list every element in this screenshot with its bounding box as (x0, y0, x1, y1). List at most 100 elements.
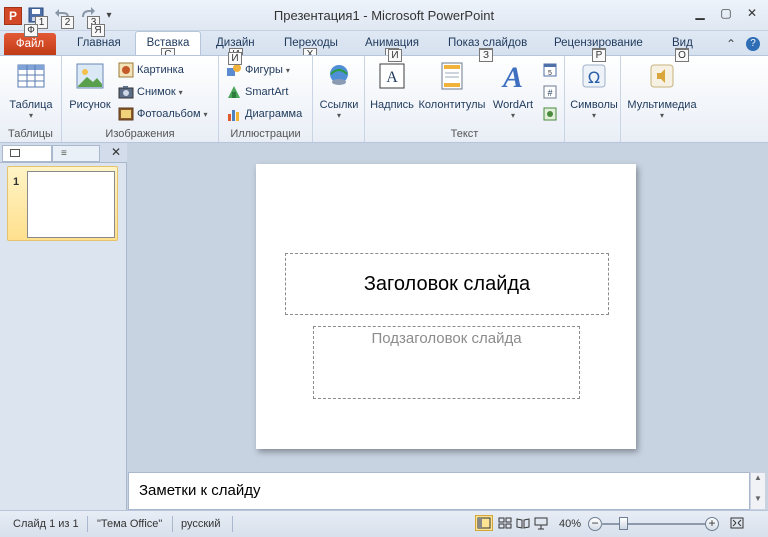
status-divider (87, 516, 88, 532)
outline-tab-icon: ≡ (61, 148, 67, 159)
group-links: Ссылки ▾ (313, 56, 365, 142)
help-icon[interactable]: ? (746, 37, 760, 51)
date-time-button[interactable]: 5 (542, 61, 558, 79)
close-icon[interactable]: ✕ (740, 4, 764, 24)
links-dropdown-icon: ▾ (336, 111, 341, 120)
title-placeholder[interactable]: Заголовок слайда (285, 253, 609, 315)
window-title: Презентация1 - Microsoft PowerPoint (273, 8, 495, 23)
wordart-icon: A (501, 61, 523, 94)
scroll-up-icon[interactable]: ▲ (751, 473, 765, 482)
group-text: A Надпись И Колонтитулы З A WordArt ▾ 5 … (365, 49, 565, 142)
keytip-shapes: И (228, 52, 242, 65)
minimize-icon[interactable]: ▁ (688, 4, 712, 24)
chart-button[interactable]: Диаграмма (226, 105, 302, 123)
keytip-file: Ф (24, 24, 38, 37)
zoom-in-icon[interactable]: + (705, 517, 719, 531)
picture-icon (76, 63, 104, 89)
slide-thumbnail-number: 1 (13, 176, 20, 188)
language-indicator[interactable]: русский (181, 518, 220, 530)
clipart-button[interactable]: Картинка (118, 61, 184, 79)
tab-home[interactable]: Главная (77, 37, 121, 49)
reading-view-icon (516, 518, 530, 529)
shapes-dropdown-icon: ▾ (285, 65, 290, 75)
table-dropdown-icon: ▾ (28, 111, 33, 120)
status-divider (232, 516, 233, 532)
smartart-button[interactable]: SmartArt (226, 83, 288, 101)
object-icon (543, 107, 557, 121)
subtitle-placeholder[interactable]: Подзаголовок слайда (313, 326, 580, 399)
table-button[interactable]: Таблица ▾ (6, 60, 56, 120)
table-label: Таблица (9, 99, 53, 111)
textbox-label: Надпись (370, 99, 414, 111)
reading-view-button[interactable] (514, 515, 532, 531)
group-label-text: Текст (450, 128, 479, 140)
tab-slides[interactable] (2, 145, 52, 162)
photo-album-dropdown-icon: ▾ (203, 109, 208, 119)
status-divider (172, 516, 173, 532)
header-footer-button[interactable]: Колонтитулы (418, 60, 486, 111)
restore-icon[interactable]: ▢ (714, 4, 738, 24)
group-tables: Таблица ▾ Таблицы (0, 56, 62, 142)
camera-icon (118, 86, 134, 99)
screenshot-button[interactable]: Снимок ▾ (118, 83, 183, 101)
theme-name[interactable]: "Тема Office" (97, 518, 162, 530)
omega-icon: Ω (582, 64, 606, 88)
close-pane-icon[interactable]: ✕ (111, 145, 121, 159)
slideshow-button[interactable] (532, 515, 550, 531)
notes-pane[interactable]: Заметки к слайду (128, 472, 750, 510)
screenshot-label: Снимок (137, 86, 176, 98)
normal-view-icon (477, 517, 491, 529)
window-controls: ▁ ▢ ✕ (688, 4, 764, 24)
speaker-icon (650, 64, 674, 88)
chart-label: Диаграмма (245, 108, 303, 120)
screenshot-dropdown-icon: ▾ (178, 87, 183, 97)
tab-outline[interactable]: ≡ (52, 145, 100, 162)
group-media: Мультимедиа ▾ О (621, 49, 701, 142)
chart-icon (228, 110, 239, 121)
notes-scrollbar[interactable]: ▲ ▼ (750, 472, 766, 510)
group-label-illustrations: Иллюстрации (230, 128, 301, 140)
smartart-label: SmartArt (245, 86, 289, 98)
status-bar: Слайд 1 из 1 "Тема Office" русский 40% −… (0, 510, 768, 537)
links-button[interactable]: Ссылки ▾ (317, 60, 361, 120)
keytip-textbox: И (388, 49, 402, 62)
object-button[interactable] (542, 105, 558, 123)
group-illustrations: Фигуры ▾ SmartArt Диаграмма И Иллюстраци… (219, 52, 313, 142)
ribbon-insert: Таблица ▾ Таблицы Рисунок Картинка Снимо… (0, 49, 768, 143)
scroll-down-icon[interactable]: ▼ (751, 494, 765, 503)
zoom-slider-thumb[interactable] (619, 517, 628, 530)
picture-button[interactable]: Рисунок (66, 60, 114, 111)
keytip-media: О (675, 49, 689, 62)
group-symbols: Ω Символы ▾ Р (565, 49, 621, 142)
photo-album-button[interactable]: Фотоальбом ▾ (118, 105, 208, 123)
svg-text:A: A (386, 69, 398, 86)
slide-number-icon: # (543, 85, 557, 99)
slide-number-button[interactable]: # (542, 83, 558, 101)
group-images: Рисунок Картинка Снимок ▾ Фотоальбом ▾ И… (62, 56, 219, 142)
symbols-button[interactable]: Ω Символы ▾ (569, 60, 619, 120)
fit-to-window-icon (730, 517, 744, 529)
wordart-label: WordArt (492, 99, 534, 111)
textbox-button[interactable]: A Надпись (368, 60, 416, 111)
zoom-slider[interactable] (601, 523, 707, 525)
minimize-ribbon-icon[interactable]: ⌃ (726, 37, 736, 51)
header-footer-icon (441, 62, 463, 90)
smartart-icon (228, 86, 240, 98)
fit-to-window-button[interactable] (728, 515, 746, 531)
table-icon (17, 64, 45, 88)
wordart-button[interactable]: A WordArt ▾ (490, 60, 536, 120)
slide-sorter-icon (498, 517, 512, 529)
zoom-level[interactable]: 40% (559, 518, 581, 530)
slide-sorter-button[interactable] (496, 515, 514, 531)
links-label: Ссылки (319, 99, 359, 111)
links-icon (330, 65, 348, 85)
photo-album-icon (118, 107, 134, 121)
zoom-out-icon[interactable]: − (588, 517, 602, 531)
title-bar: P 1 2 3 ▾ Презентация1 - Microsoft Power… (0, 0, 768, 31)
group-label-images: Изображения (105, 128, 175, 140)
normal-view-button[interactable] (475, 515, 493, 531)
photo-album-label: Фотоальбом (137, 108, 201, 120)
media-button[interactable]: Мультимедиа ▾ (625, 60, 699, 120)
slide-thumbnail[interactable] (27, 171, 115, 238)
slides-tab-icon (10, 149, 20, 157)
